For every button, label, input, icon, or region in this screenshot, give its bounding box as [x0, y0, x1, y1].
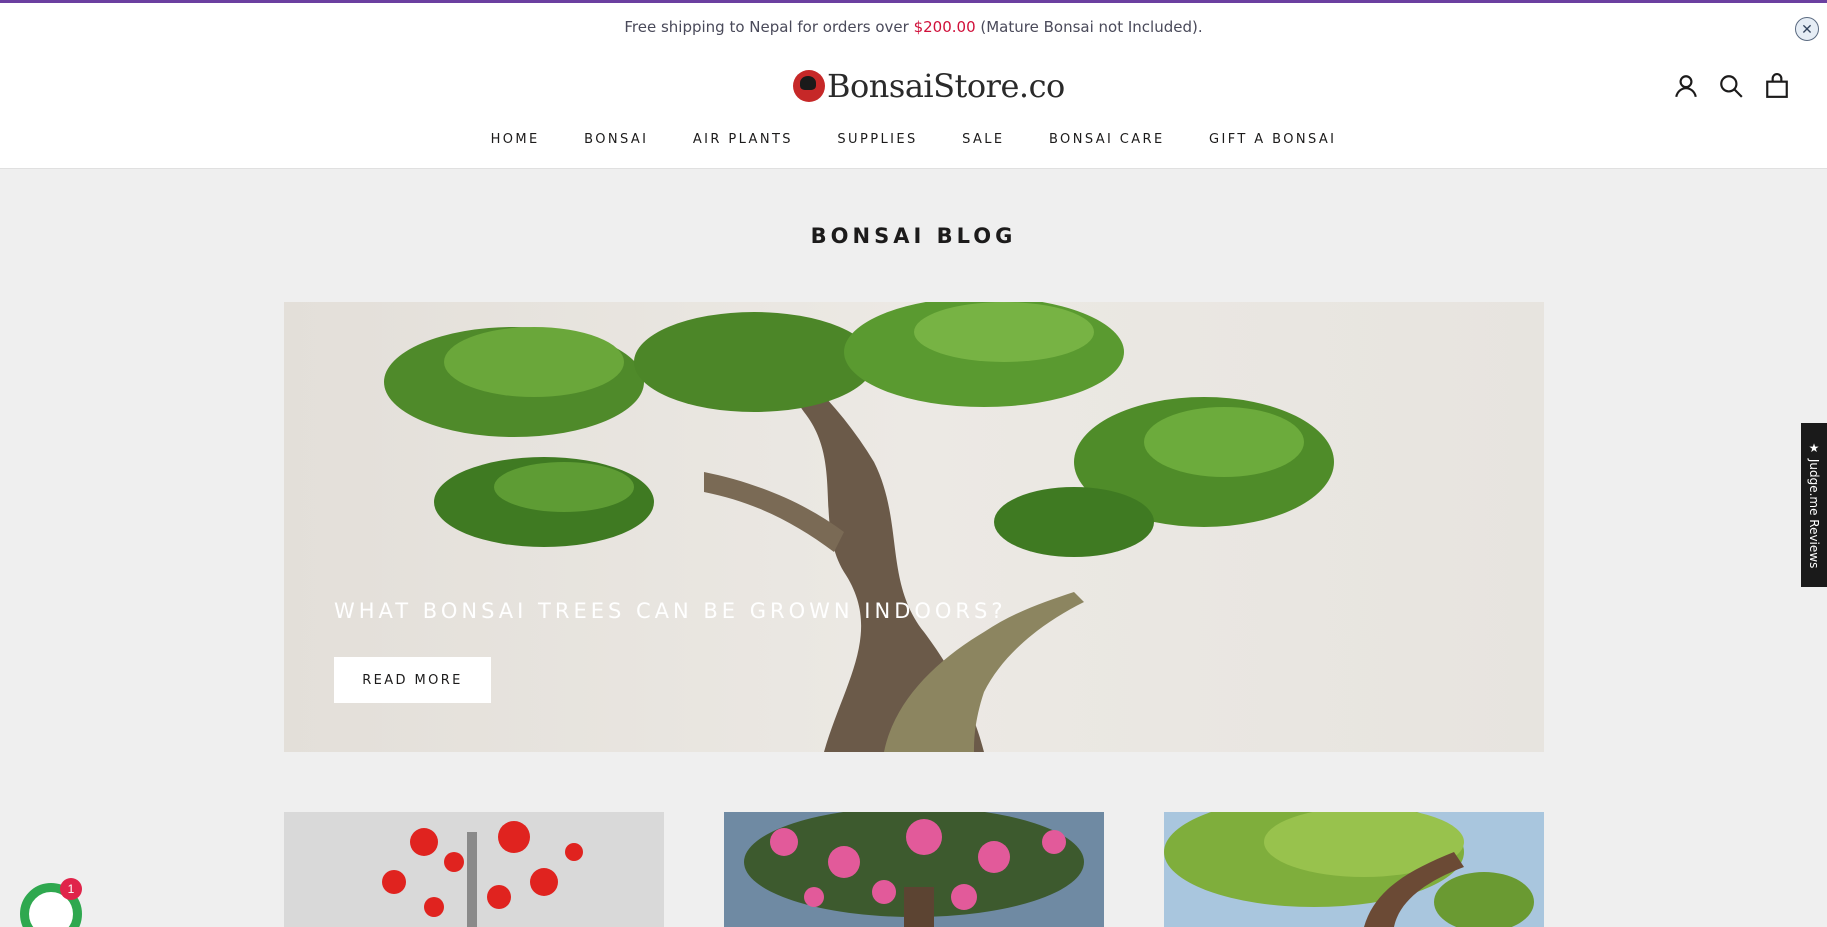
- article-card[interactable]: [724, 812, 1104, 927]
- pink-flowering-bonsai-image: [724, 812, 1104, 927]
- shipping-threshold-price: $200.00: [913, 18, 976, 36]
- account-icon[interactable]: [1673, 73, 1699, 99]
- featured-article[interactable]: WHAT BONSAI TREES CAN BE GROWN INDOORS? …: [284, 302, 1544, 752]
- logo[interactable]: BonsaiStore.co: [793, 67, 1065, 105]
- nav-item-bonsai[interactable]: BONSAI: [584, 132, 648, 147]
- read-more-button[interactable]: READ MORE: [334, 657, 491, 703]
- nav-item-gift-a-bonsai[interactable]: GIFT A BONSAI: [1209, 132, 1336, 147]
- search-icon[interactable]: [1718, 73, 1744, 99]
- nav-item-home[interactable]: HOME: [491, 132, 540, 147]
- article-card[interactable]: [1164, 812, 1544, 927]
- chat-notification-badge: 1: [60, 878, 82, 900]
- announcement-bar: Free shipping to Nepal for orders over $…: [0, 0, 1827, 49]
- featured-article-title[interactable]: WHAT BONSAI TREES CAN BE GROWN INDOORS?: [334, 599, 1007, 623]
- reviews-tab[interactable]: ★ Judge.me Reviews: [1801, 423, 1827, 587]
- site-header: BonsaiStore.co HOME BONSAI AIR PLANTS SU…: [0, 49, 1827, 169]
- red-maple-bonsai-image: [382, 821, 583, 927]
- nav-item-air-plants[interactable]: AIR PLANTS: [693, 132, 793, 147]
- logo-mark-icon: [793, 70, 825, 102]
- cart-icon[interactable]: [1764, 73, 1790, 99]
- nav-item-supplies[interactable]: SUPPLIES: [837, 132, 917, 147]
- nav-item-bonsai-care[interactable]: BONSAI CARE: [1049, 132, 1165, 147]
- announcement-text: Free shipping to Nepal for orders over $…: [624, 18, 1203, 36]
- page-title: BONSAI BLOG: [810, 224, 1017, 248]
- main-nav: HOME BONSAI AIR PLANTS SUPPLIES SALE BON…: [0, 130, 1827, 148]
- jade-bonsai-image: [1164, 812, 1534, 927]
- article-card[interactable]: [284, 812, 664, 927]
- logo-text: BonsaiStore.co: [827, 67, 1065, 105]
- nav-item-sale[interactable]: SALE: [962, 132, 1004, 147]
- close-icon[interactable]: ✕: [1795, 17, 1819, 41]
